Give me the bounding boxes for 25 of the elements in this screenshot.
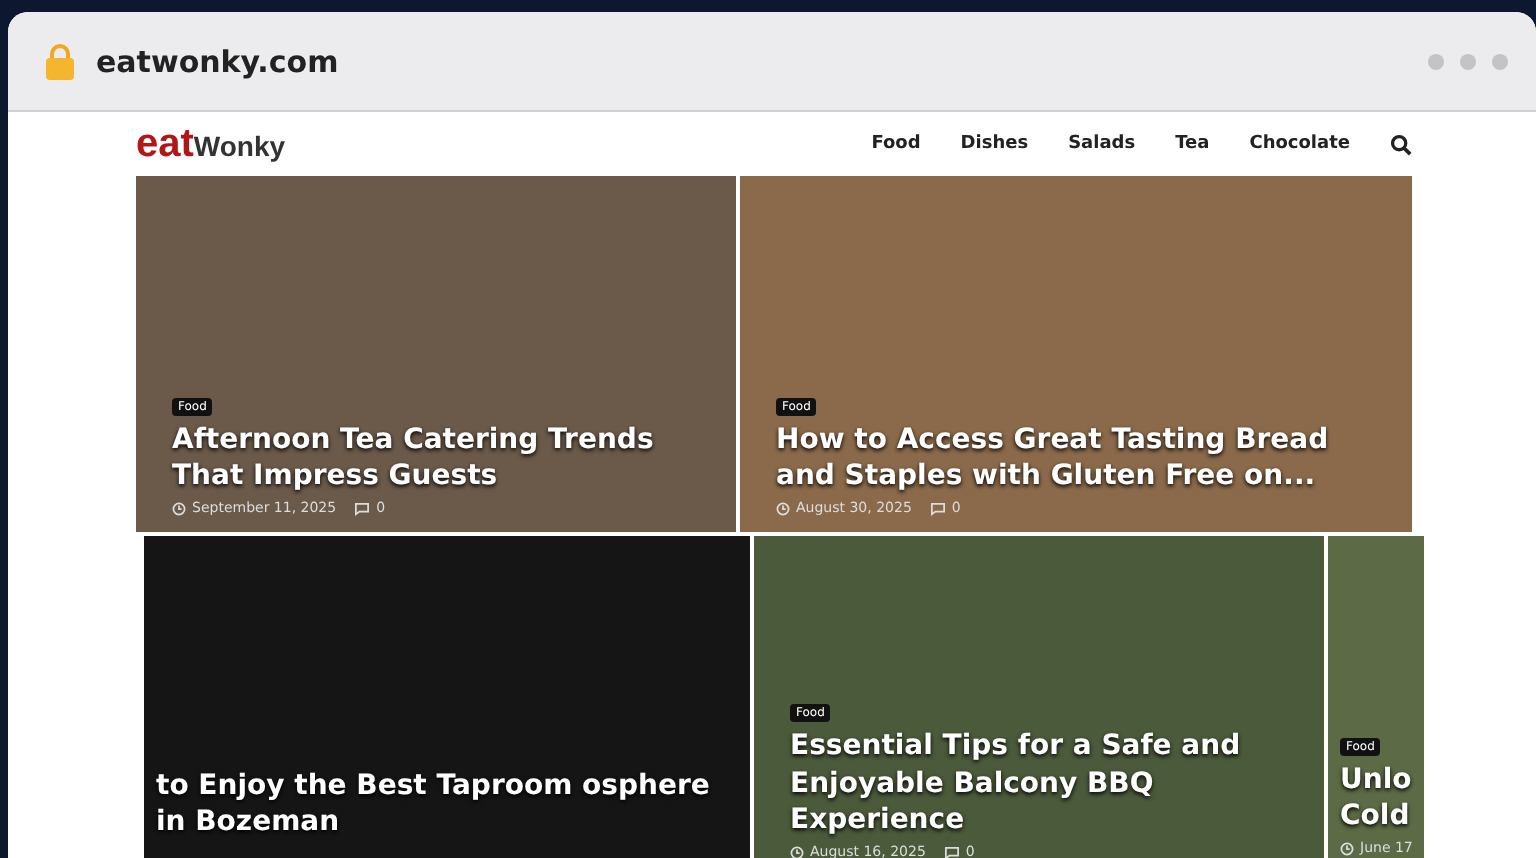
site-logo[interactable]: eatWonky (136, 121, 286, 167)
window-dot[interactable] (1428, 53, 1444, 69)
comment-icon (354, 501, 371, 515)
address-bar[interactable]: eatwonky.com (96, 43, 339, 79)
clock-icon (1340, 841, 1354, 855)
article-title[interactable]: How to Access Great Tasting Bread and Staples with Gluten Free on... (776, 421, 1388, 494)
article-title[interactable]: Afternoon Tea Catering Trends That Impress Guests (172, 421, 712, 494)
nav-link[interactable]: Salads (1068, 134, 1136, 154)
comment-icon (929, 501, 946, 515)
article-title[interactable]: to Enjoy the Best Taproom osphere in Bozeman (156, 767, 726, 840)
nav-link[interactable]: Food (871, 134, 921, 154)
clock-icon (776, 501, 790, 515)
article-title[interactable]: Unlo Cold (1340, 761, 1408, 834)
nav-link[interactable]: Tea (1175, 134, 1210, 154)
window-dot[interactable] (1492, 53, 1508, 69)
clock-icon (790, 845, 804, 858)
nav-link[interactable]: Dishes (960, 134, 1029, 154)
clock-icon (172, 501, 186, 515)
nav-link[interactable]: Chocolate (1249, 134, 1350, 154)
article-card[interactable]: to Enjoy the Best Taproom osphere in Bozeman (144, 536, 750, 858)
article-title[interactable]: Essential Tips for a Safe and Enjoyable Balcony BBQ Experience (790, 728, 1300, 838)
window-dot[interactable] (1460, 53, 1476, 69)
comment-icon (943, 845, 960, 858)
search-icon[interactable] (1390, 133, 1412, 155)
lock-icon (44, 41, 76, 81)
